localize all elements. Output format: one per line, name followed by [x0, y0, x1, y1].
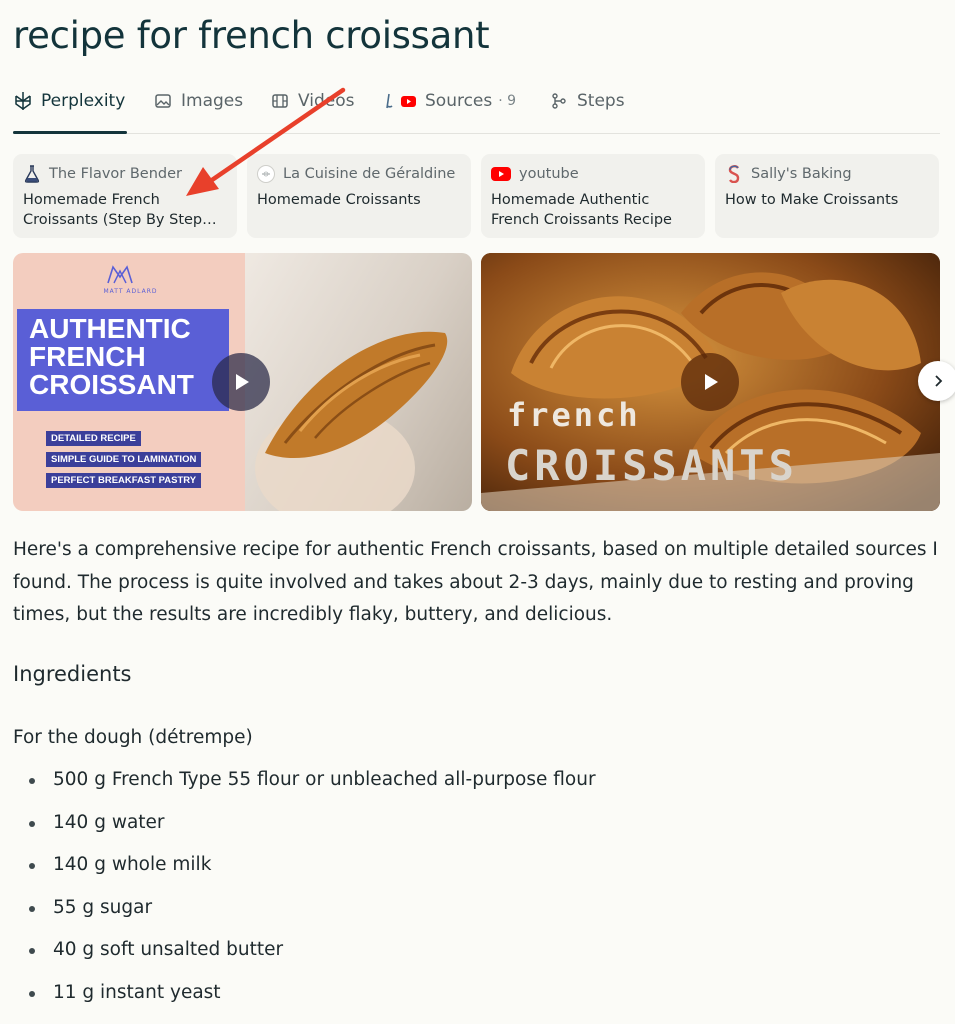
perplexity-icon [13, 91, 33, 111]
sallys-favicon-icon [725, 165, 743, 183]
page-title: recipe for french croissant [13, 14, 490, 57]
video-title-banner: AUTHENTIC FRENCH CROISSANT [17, 309, 229, 411]
sources-count: · 9 [498, 93, 517, 109]
overlay-text-small: french [507, 396, 641, 434]
croissant-photo-icon [255, 331, 448, 511]
tab-images[interactable]: Images [153, 84, 243, 118]
source-site: Sally's Baking [751, 166, 852, 182]
video-thumbnail-french-croissants[interactable]: french CROISSANTS [481, 253, 940, 511]
source-title: Homemade French Croissants (Step By Step… [23, 192, 217, 228]
source-title: Homemade Croissants [257, 192, 421, 208]
active-tab-indicator [13, 131, 127, 134]
chevron-right-icon [935, 375, 943, 387]
video-title-line: CROISSANT [29, 369, 194, 400]
video-title-line: AUTHENTIC [29, 313, 191, 344]
play-button[interactable] [681, 353, 739, 411]
answer-intro: Here's a comprehensive recipe for authen… [13, 539, 938, 625]
source-site: La Cuisine de Géraldine [283, 166, 456, 182]
source-title: Homemade Authentic French Croissants Rec… [491, 192, 672, 228]
play-icon [705, 374, 718, 390]
list-item: 40 g soft unsalted butter [13, 936, 913, 979]
source-card[interactable]: Sally's Baking How to Make Croissants [715, 154, 939, 238]
source-card[interactable]: La Cuisine de Géraldine Homemade Croissa… [247, 154, 471, 238]
tab-label: Sources [425, 91, 493, 111]
video-tag: PERFECT BREAKFAST PASTRY [46, 473, 202, 488]
list-item: 140 g whole milk [13, 851, 913, 894]
video-title-line: FRENCH [29, 341, 146, 372]
tab-perplexity[interactable]: Perplexity [13, 84, 125, 118]
video-thumbnail-authentic[interactable]: MATT ADLARD AUTHENTIC FRENCH CROISSANT D… [13, 253, 472, 511]
list-item: 11 g instant yeast [13, 979, 913, 1022]
tab-label: Perplexity [41, 91, 126, 111]
tab-steps[interactable]: Steps [549, 84, 625, 118]
video-tag: DETAILED RECIPE [46, 431, 141, 446]
source-site: The Flavor Bender [49, 166, 182, 182]
tab-label: Images [181, 91, 244, 111]
subsection-heading-dough: For the dough (détrempe) [13, 727, 253, 748]
brand-label: MATT ADLARD [103, 288, 158, 295]
source-site: youtube [519, 166, 579, 182]
carousel-next-button[interactable] [918, 361, 955, 401]
sources-icon [383, 91, 417, 111]
source-cards: The Flavor Bender Homemade French Croiss… [13, 154, 940, 238]
tab-sources[interactable]: Sources · 9 [383, 84, 516, 118]
list-item: 140 g water [13, 809, 913, 852]
ingredient-list: 500 g French Type 55 flour or unbleached… [13, 766, 913, 1022]
play-icon [236, 374, 249, 390]
matt-adlard-logo-icon [107, 265, 133, 284]
tab-videos[interactable]: Videos [270, 84, 355, 118]
source-title: How to Make Croissants [725, 192, 899, 208]
result-tabs: Perplexity Images Videos Sources · 9 Ste… [13, 84, 940, 134]
image-icon [153, 91, 173, 111]
flask-favicon-icon [23, 165, 41, 183]
play-button[interactable] [212, 353, 270, 411]
source-card[interactable]: The Flavor Bender Homemade French Croiss… [13, 154, 237, 238]
tab-label: Steps [577, 91, 625, 111]
section-heading-ingredients: Ingredients [13, 662, 132, 686]
list-item: 55 g sugar [13, 894, 913, 937]
video-tag: SIMPLE GUIDE TO LAMINATION [46, 452, 202, 467]
overlay-text-big: CROISSANTS [505, 441, 798, 490]
geraldine-favicon-icon [257, 165, 275, 183]
list-item: 500 g French Type 55 flour or unbleached… [13, 766, 913, 809]
source-card[interactable]: youtube Homemade Authentic French Croiss… [481, 154, 705, 238]
video-icon [270, 91, 290, 111]
tab-label: Videos [298, 91, 355, 111]
steps-icon [549, 91, 569, 111]
youtube-favicon-icon [491, 167, 511, 181]
